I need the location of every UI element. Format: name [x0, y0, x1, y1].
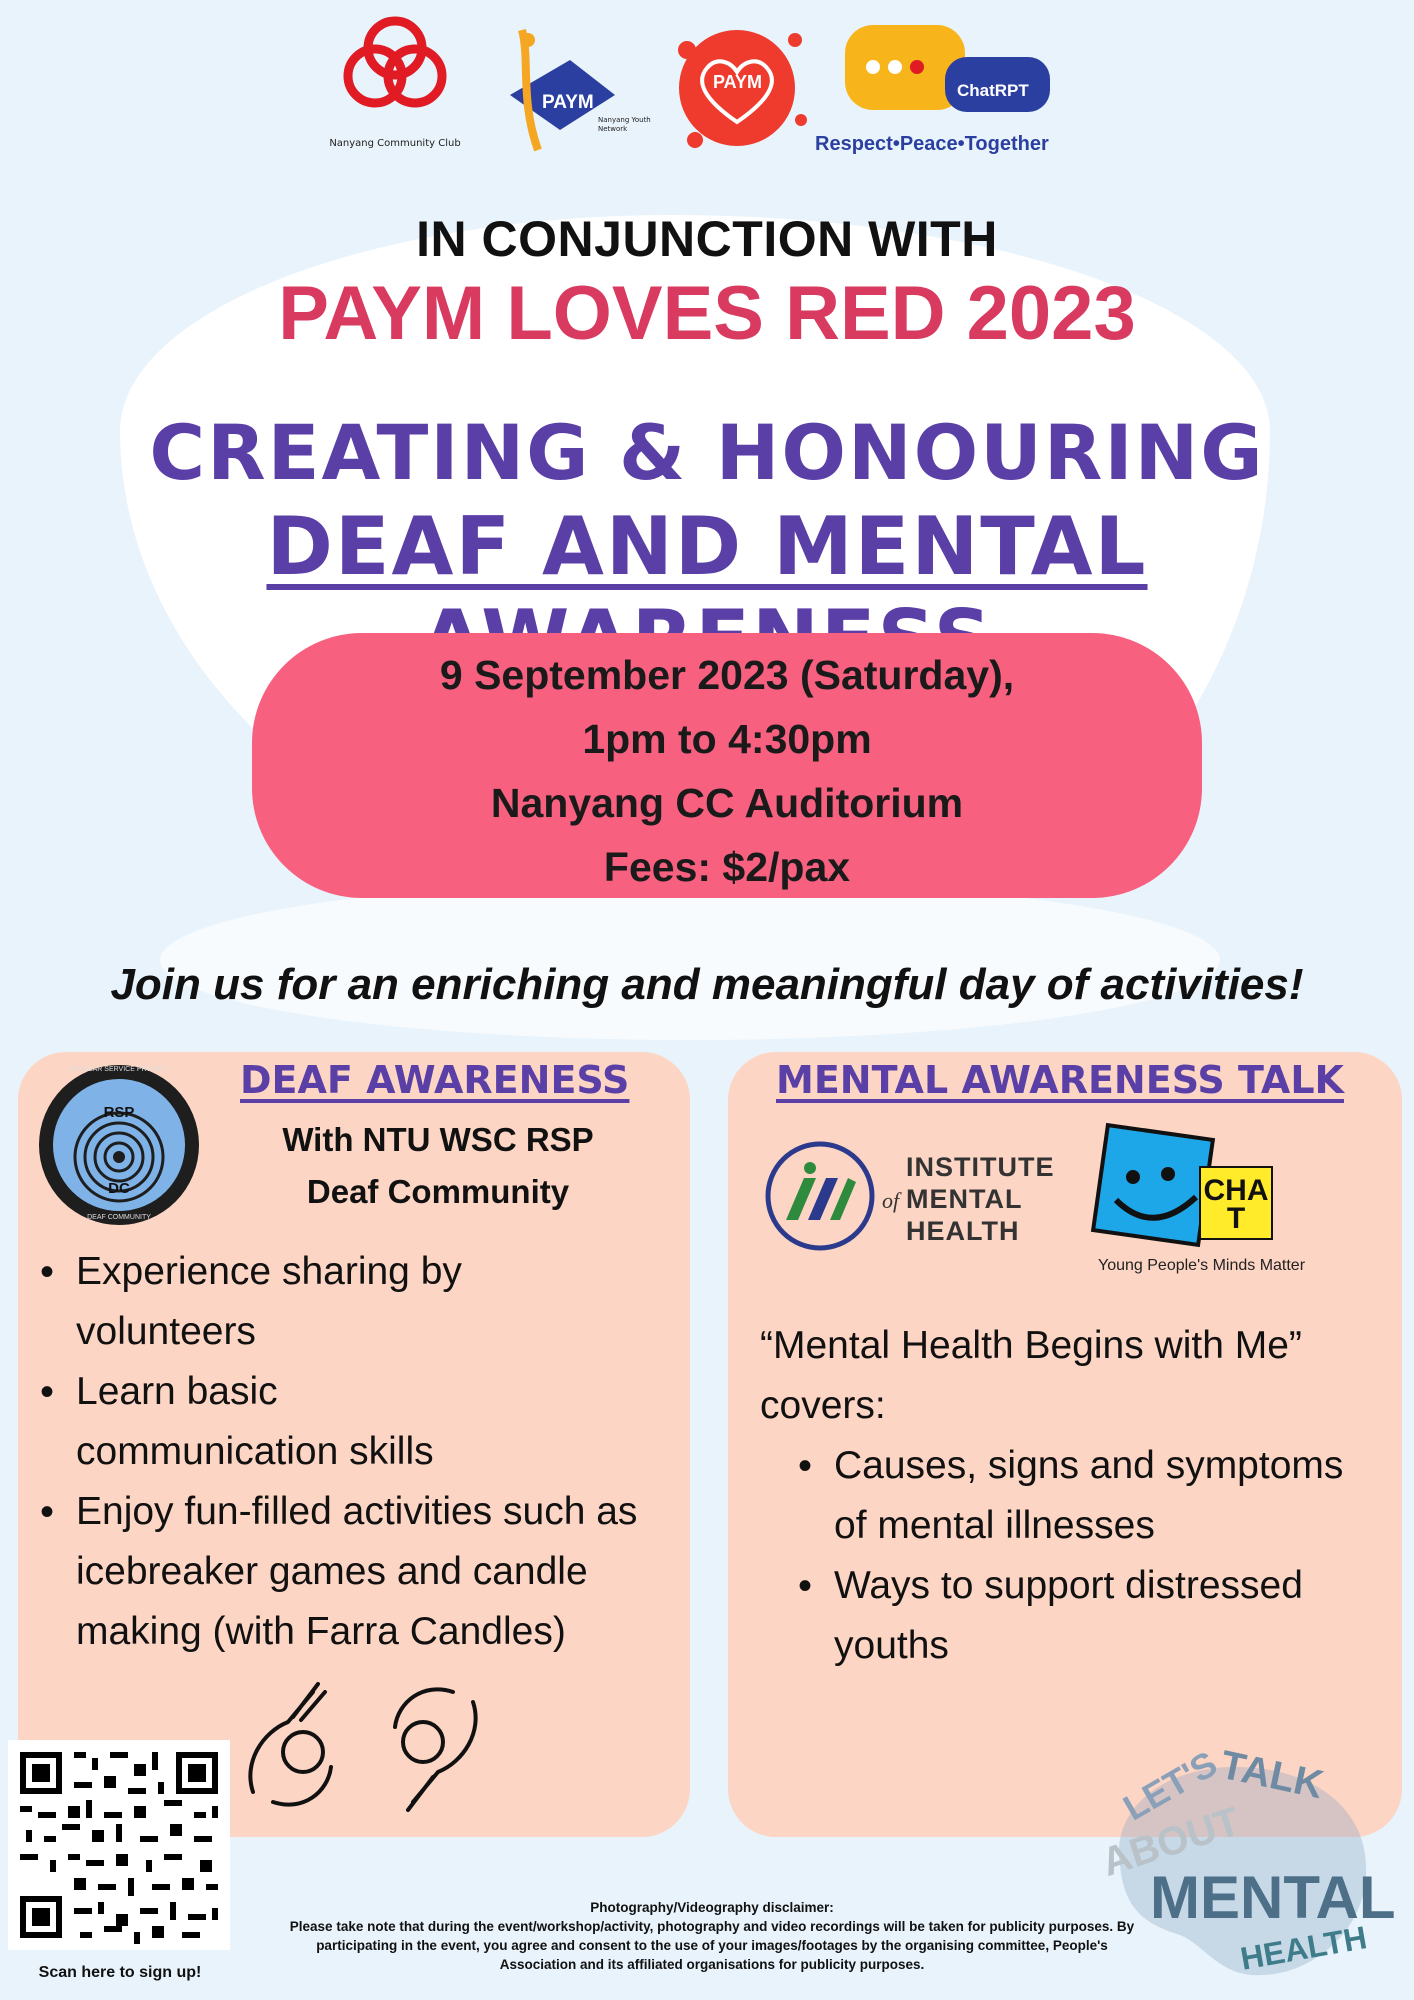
nanyang-cc-caption: Nanyang Community Club — [329, 138, 461, 149]
sign-language-hands — [233, 1672, 493, 1822]
title-line-1: CREATING & HONOURING — [149, 408, 1265, 497]
imh-logo: INSTITUTE of MENTAL HEALTH — [764, 1140, 1094, 1270]
qr-caption: Scan here to sign up! — [38, 1964, 202, 1981]
paym-network-logo: PAYM Nanyang Youth Network — [490, 20, 651, 160]
paym-heart-logo: PAYM — [665, 10, 815, 160]
rsp-dc-badge-icon — [39, 1065, 199, 1225]
paym-logo-text: PAYM — [542, 92, 594, 113]
event-heading: PAYM LOVES RED 2023 — [278, 271, 1136, 356]
talk-intro: “Mental Health Begins with Me” covers: — [760, 1324, 1302, 1427]
rsp-dc-badge: RSP DC REGULAR SERVICE PROJECT DEAF COMM… — [36, 1062, 202, 1228]
deaf-partner-line-1: With NTU WSC RSP — [282, 1121, 594, 1158]
list-item: Experience sharing by volunteers — [18, 1242, 668, 1362]
badge-bottom-text: DEAF COMMUNITY — [87, 1214, 151, 1221]
chat-tagline: Young People's Minds Matter — [1098, 1257, 1306, 1274]
imh-line-2: MENTAL — [906, 1184, 1023, 1214]
badge-top-text: REGULAR SERVICE PROJECT — [68, 1066, 170, 1073]
event-venue: Nanyang CC Auditorium — [490, 780, 964, 826]
imh-of: of — [882, 1188, 900, 1213]
list-item: Ways to support distressed youths — [776, 1556, 1376, 1676]
deaf-awareness-panel: RSP DC REGULAR SERVICE PROJECT DEAF COMM… — [18, 1052, 690, 1837]
nanyang-cc-logo: Nanyang Community Club — [329, 10, 461, 160]
mental-awareness-panel: MENTAL AWARENESS TALK INSTITUTE of MENTA… — [728, 1052, 1402, 1837]
chatrpt-logo: ChatRPT Respect•Peace•Together — [815, 25, 1115, 160]
deaf-partner: With NTU WSC RSP Deaf Community — [218, 1114, 658, 1218]
deaf-activities-list: Experience sharing by volunteers Learn b… — [18, 1242, 668, 1662]
qr-code-icon — [20, 1752, 218, 1944]
talk-topics-list: Causes, signs and symptoms of mental ill… — [776, 1436, 1376, 1676]
list-item: Learn basic communication skills — [18, 1362, 668, 1482]
list-item: Causes, signs and symptoms of mental ill… — [776, 1436, 1376, 1556]
chat-logo: CHAT Young People's Minds Matter — [1088, 1122, 1338, 1282]
partner-logos: Nanyang Community Club PAYM Nanyang Yout… — [329, 10, 1130, 160]
deaf-partner-line-2: Deaf Community — [306, 1173, 570, 1210]
join-tagline: Join us for an enriching and meaningful … — [110, 960, 1304, 1009]
deaf-awareness-heading: DEAF AWARENESS — [240, 1058, 630, 1102]
paym-network-caption: Nanyang Youth Network — [598, 116, 651, 133]
paym-heart-text: PAYM — [712, 72, 763, 92]
mental-awareness-heading: MENTAL AWARENESS TALK — [776, 1058, 1344, 1102]
conjunction-heading: IN CONJUNCTION WITH — [416, 211, 998, 267]
paym-diamond-icon — [510, 28, 615, 152]
nanyang-cc-emblem-icon — [343, 16, 447, 108]
disclaimer-title: Photography/Videography disclaimer: — [590, 1900, 834, 1915]
chatrpt-text: ChatRPT — [957, 81, 1029, 100]
disclaimer-body: Please take note that during the event/w… — [289, 1919, 1135, 1972]
chat-logo-text: CHAT — [1203, 1174, 1269, 1235]
badge-dc-text: DC — [108, 1180, 130, 1197]
imh-line-3: HEALTH — [906, 1216, 1020, 1246]
imh-emblem-icon — [765, 1141, 875, 1251]
chat-bubbles-icon — [845, 25, 1050, 112]
photography-disclaimer: Photography/Videography disclaimer: Plea… — [282, 1898, 1142, 1974]
imh-line-1: INSTITUTE — [906, 1152, 1055, 1182]
sign-language-hands-icon — [248, 1682, 478, 1812]
event-date: 9 September 2023 (Saturday), — [439, 652, 1015, 698]
event-details-box: 9 September 2023 (Saturday), 1pm to 4:30… — [252, 633, 1202, 898]
list-item: Enjoy fun-filled activities such as iceb… — [18, 1482, 668, 1662]
event-time: 1pm to 4:30pm — [582, 716, 872, 762]
badge-rsp-text: RSP — [103, 1104, 135, 1121]
tagline: Respect•Peace•Together — [815, 133, 1049, 155]
signup-qr-code[interactable] — [8, 1740, 230, 1950]
event-fees: Fees: $2/pax — [603, 844, 851, 890]
